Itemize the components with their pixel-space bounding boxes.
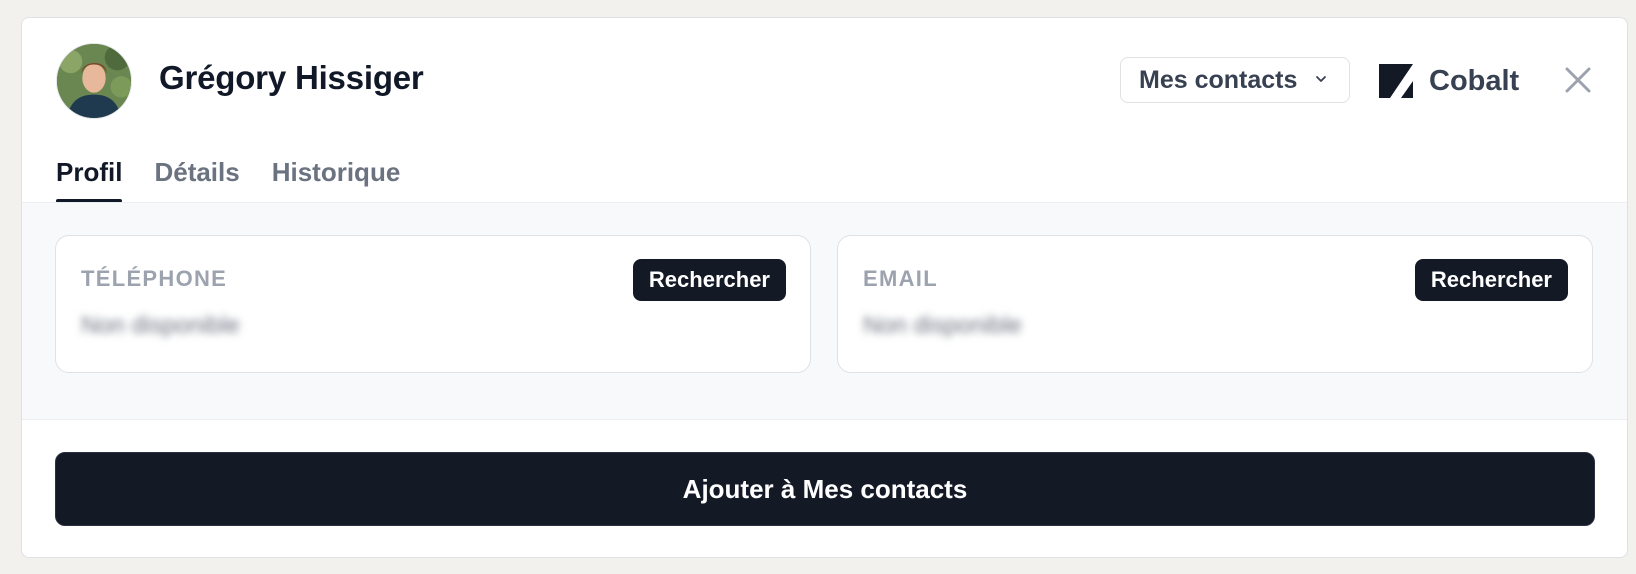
panel-header: Grégory Hissiger Mes contacts Cobalt Pro… xyxy=(22,18,1627,203)
contact-name: Grégory Hissiger xyxy=(159,59,424,96)
profile-content: TÉLÉPHONE Rechercher Non disponible EMAI… xyxy=(22,202,1627,420)
contact-list-dropdown-label: Mes contacts xyxy=(1139,65,1298,94)
brand: Cobalt xyxy=(1379,61,1519,101)
close-icon[interactable] xyxy=(1562,64,1594,96)
add-to-contacts-button[interactable]: Ajouter à Mes contacts xyxy=(55,452,1595,526)
contact-list-dropdown[interactable]: Mes contacts xyxy=(1120,57,1350,103)
contact-panel: Grégory Hissiger Mes contacts Cobalt Pro… xyxy=(21,17,1628,558)
email-search-button[interactable]: Rechercher xyxy=(1414,259,1568,301)
email-label: EMAIL xyxy=(863,266,938,291)
cobalt-logo-icon xyxy=(1379,64,1413,98)
phone-value: Non disponible xyxy=(81,312,240,339)
email-value: Non disponible xyxy=(863,312,1022,339)
email-card: EMAIL Rechercher Non disponible xyxy=(837,235,1593,373)
chevron-down-icon xyxy=(1316,76,1326,82)
phone-label: TÉLÉPHONE xyxy=(81,266,228,291)
tab-bar: Profil Détails Historique xyxy=(56,154,432,203)
tab-details[interactable]: Détails xyxy=(154,154,239,202)
phone-search-button[interactable]: Rechercher xyxy=(632,259,786,301)
avatar xyxy=(56,43,132,119)
phone-card: TÉLÉPHONE Rechercher Non disponible xyxy=(55,235,811,373)
tab-historique[interactable]: Historique xyxy=(272,154,401,202)
brand-name: Cobalt xyxy=(1429,64,1520,97)
tab-profil[interactable]: Profil xyxy=(56,154,123,203)
avatar-photo xyxy=(57,44,131,118)
